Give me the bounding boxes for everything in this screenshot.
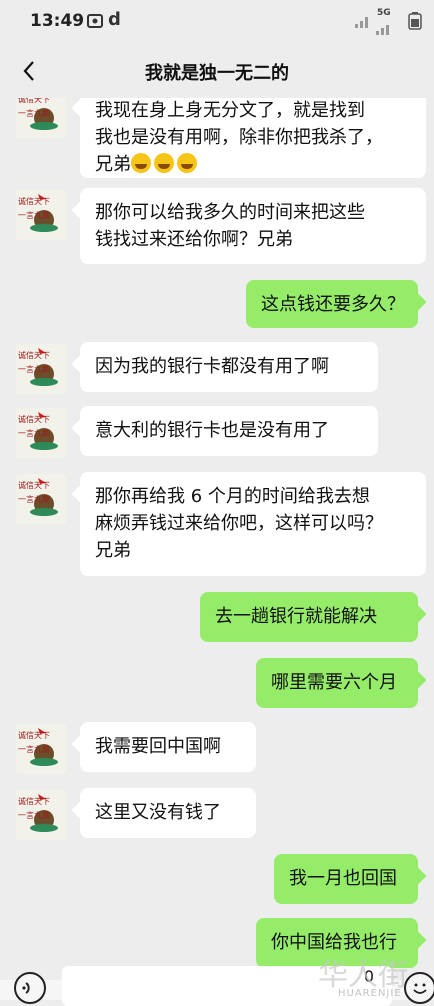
contact-avatar[interactable]: 诚信天下 一言九鼎 [16,344,66,394]
chat-title: 我就是独一无二的 [145,63,289,84]
incoming-message-bubble[interactable]: 我需要回中国啊 [80,722,256,772]
message-text-line: 那你再给我 6 个月的时间给我去想 [95,486,370,507]
voice-wave-icon [22,982,30,994]
contact-avatar[interactable]: 诚信天下 一言九鼎 [16,790,66,840]
contact-avatar[interactable]: 诚信天下 一言九鼎 [16,724,66,774]
message-text-line: 钱找过来还给你啊？兄弟 [95,229,293,250]
incoming-message-bubble[interactable]: 那你可以给我多久的时间来把这些 钱找过来还给你啊？兄弟 [80,188,426,264]
message-text-line: 我需要回中国啊 [95,736,221,757]
voice-input-button[interactable] [14,972,46,1004]
laughing-emoji-icon [131,153,151,173]
avatar-text-line2: 一言九鼎 [18,108,50,118]
avatar-text-line2: 一言九鼎 [18,810,50,820]
avatar-text-line1: 诚信天下 [18,414,50,424]
avatar-text-line1: 诚信天下 [18,350,50,360]
emoji-button[interactable] [404,972,434,1004]
avatar-text-line1: 诚信天下 [18,796,50,806]
message-text-line: 这里又没有钱了 [95,802,221,823]
contact-avatar[interactable]: 诚信天下 一言九鼎 [16,190,66,240]
status-bar: 13:49 d 5G [0,0,434,46]
message-text-line: 兄弟 [95,151,411,178]
watermark-english: HUARENJIE [338,988,402,999]
message-text-line: 兄弟 [95,540,131,561]
screenshot-icon [86,12,104,34]
incoming-message-bubble[interactable]: 意大利的银行卡也是没有用了 [80,406,378,456]
avatar-text-line2: 一言九鼎 [18,494,50,504]
avatar-text-line1: 诚信天下 [18,730,50,740]
message-text-line: 我一月也回国 [289,868,397,889]
signal-icon [354,12,372,34]
laughing-emoji-icon [154,153,174,173]
avatar-text-line2: 一言九鼎 [18,744,50,754]
outgoing-message-bubble[interactable]: 这点钱还要多久？ [246,280,418,328]
app-notification-icon: d [108,9,121,30]
network-type-label: 5G [377,8,391,18]
outgoing-message-bubble[interactable]: 哪里需要六个月 [256,658,418,708]
message-text-line: 意大利的银行卡也是没有用了 [95,420,329,441]
outgoing-message-bubble[interactable]: 去一趟银行就能解决 [200,592,418,642]
incoming-message-bubble[interactable]: 我现在身上身无分文了，就是找到 我也是没有用啊，除非你把我杀了， 兄弟 [80,98,426,178]
message-text-line: 这点钱还要多久？ [261,294,405,315]
message-text-line: 我也是没有用啊，除非你把我杀了， [95,127,383,148]
battery-icon [406,12,426,34]
message-text-line: 哪里需要六个月 [271,672,397,693]
avatar-text-line2: 一言九鼎 [18,210,50,220]
message-text-line: 那你可以给我多久的时间来把这些 [95,202,365,223]
message-text-line: 麻烦弄钱过来给你吧，这样可以吗？ [95,513,383,534]
contact-avatar[interactable]: 诚信天下 一言九鼎 [16,408,66,458]
status-time: 13:49 [30,11,85,31]
avatar-text-line1: 诚信天下 [18,98,50,104]
smiley-icon [413,983,427,994]
message-text-line: 我现在身上身无分文了，就是找到 [95,100,365,121]
laughing-emoji-icon [177,153,197,173]
message-text-line: 去一趟银行就能解决 [215,606,377,627]
chat-header: 我就是独一无二的 [0,46,434,98]
outgoing-message-bubble[interactable]: 我一月也回国 [274,854,418,904]
incoming-message-bubble[interactable]: 那你再给我 6 个月的时间给我去想 麻烦弄钱过来给你吧，这样可以吗？ 兄弟 [80,472,426,576]
incoming-message-bubble[interactable]: 这里又没有钱了 [80,788,256,838]
contact-avatar[interactable]: 诚信天下 一言九鼎 [16,474,66,524]
avatar-text-line2: 一言九鼎 [18,428,50,438]
message-list[interactable]: 诚信天下 一言九鼎 我现在身上身无分文了，就是找到 我也是没有用啊，除非你把我杀了… [0,98,434,980]
signal-strength-icon [376,20,392,39]
avatar-text-line2: 一言九鼎 [18,364,50,374]
contact-avatar[interactable]: 诚信天下 一言九鼎 [16,98,66,138]
avatar-text-line1: 诚信天下 [18,480,50,490]
incoming-message-bubble[interactable]: 因为我的银行卡都没有用了啊 [80,342,378,392]
avatar-text-line1: 诚信天下 [18,196,50,206]
message-text-line: 因为我的银行卡都没有用了啊 [95,356,329,377]
